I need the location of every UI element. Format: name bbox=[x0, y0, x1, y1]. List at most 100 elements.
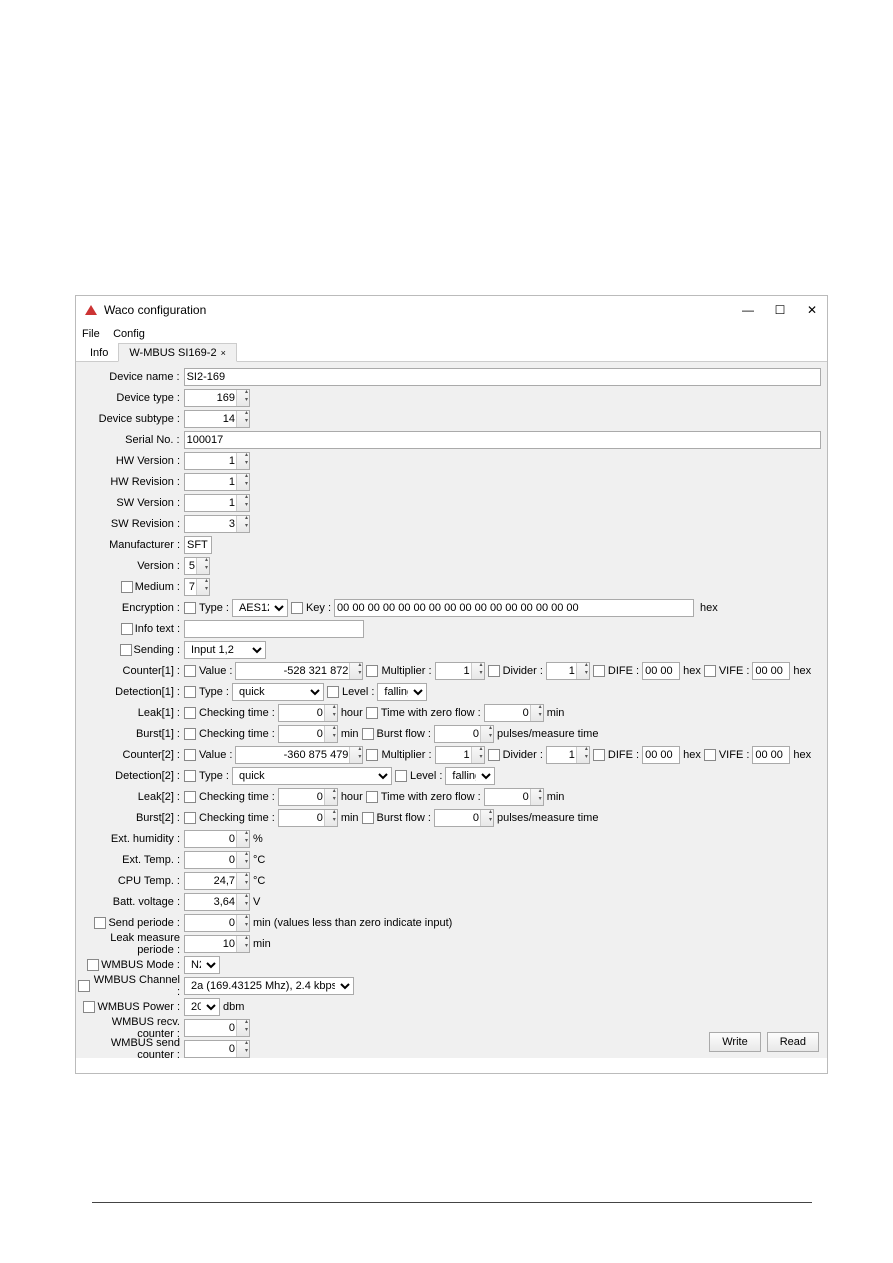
d1-type-checkbox[interactable] bbox=[184, 686, 196, 698]
d2-level-checkbox[interactable] bbox=[395, 770, 407, 782]
b2-check-input[interactable] bbox=[278, 809, 338, 827]
tab-info[interactable]: Info bbox=[80, 344, 118, 361]
label-sw-revision: SW Revision : bbox=[78, 518, 184, 530]
label-device-subtype: Device subtype : bbox=[78, 413, 184, 425]
l2-check-checkbox[interactable] bbox=[184, 791, 196, 803]
l1-check-checkbox[interactable] bbox=[184, 707, 196, 719]
c2-vife-checkbox[interactable] bbox=[704, 749, 716, 761]
c1-vife-input[interactable] bbox=[752, 662, 790, 680]
enc-type-select[interactable]: AES128 bbox=[232, 599, 288, 617]
label-manufacturer: Manufacturer : bbox=[78, 539, 184, 551]
wmbus-recv-input[interactable] bbox=[184, 1019, 250, 1037]
c1-div-input[interactable] bbox=[546, 662, 590, 680]
wmbus-channel-select[interactable]: 2a (169.43125 Mhz), 2.4 kbps bbox=[184, 977, 354, 995]
l1-zero-input[interactable] bbox=[484, 704, 544, 722]
label-counter2: Counter[2] : bbox=[78, 749, 184, 761]
label-sending: Sending : bbox=[134, 644, 180, 656]
c1-div-checkbox[interactable] bbox=[488, 665, 500, 677]
batt-input[interactable] bbox=[184, 893, 250, 911]
c2-div-input[interactable] bbox=[546, 746, 590, 764]
manufacturer-input[interactable] bbox=[184, 536, 212, 554]
d2-level-select[interactable]: falling bbox=[445, 767, 495, 785]
label-hw-version: HW Version : bbox=[78, 455, 184, 467]
l1-zero-checkbox[interactable] bbox=[366, 707, 378, 719]
tab-wmbus[interactable]: W-MBUS SI169-2× bbox=[118, 343, 236, 362]
d1-level-checkbox[interactable] bbox=[327, 686, 339, 698]
c2-value-checkbox[interactable] bbox=[184, 749, 196, 761]
device-subtype-input[interactable] bbox=[184, 410, 250, 428]
enc-type-checkbox[interactable] bbox=[184, 602, 196, 614]
enc-key-input[interactable] bbox=[334, 599, 694, 617]
send-period-checkbox[interactable] bbox=[94, 917, 106, 929]
medium-input[interactable] bbox=[184, 578, 210, 596]
label-send-period: Send periode : bbox=[108, 917, 180, 929]
wmbus-power-checkbox[interactable] bbox=[83, 1001, 95, 1013]
hw-version-input[interactable] bbox=[184, 452, 250, 470]
wmbus-channel-checkbox[interactable] bbox=[78, 980, 90, 992]
label-device-type: Device type : bbox=[78, 392, 184, 404]
c2-dife-checkbox[interactable] bbox=[593, 749, 605, 761]
b1-flow-checkbox[interactable] bbox=[362, 728, 374, 740]
b1-check-input[interactable] bbox=[278, 725, 338, 743]
d2-type-select[interactable]: quick bbox=[232, 767, 392, 785]
enc-key-checkbox[interactable] bbox=[291, 602, 303, 614]
d1-type-select[interactable]: quick bbox=[232, 683, 324, 701]
wmbus-mode-checkbox[interactable] bbox=[87, 959, 99, 971]
menu-config[interactable]: Config bbox=[113, 328, 145, 340]
titlebar: Waco configuration — ☐ ✕ bbox=[76, 296, 827, 324]
b1-flow-input[interactable] bbox=[434, 725, 494, 743]
c2-dife-input[interactable] bbox=[642, 746, 680, 764]
b2-check-checkbox[interactable] bbox=[184, 812, 196, 824]
d1-level-select[interactable]: falling bbox=[377, 683, 427, 701]
c2-mult-checkbox[interactable] bbox=[366, 749, 378, 761]
c2-value-input[interactable] bbox=[235, 746, 363, 764]
tab-close-icon[interactable]: × bbox=[221, 348, 226, 358]
maximize-button[interactable]: ☐ bbox=[773, 303, 787, 317]
info-text-input[interactable] bbox=[184, 620, 364, 638]
minimize-button[interactable]: — bbox=[741, 303, 755, 317]
c1-value-checkbox[interactable] bbox=[184, 665, 196, 677]
medium-checkbox[interactable] bbox=[121, 581, 133, 593]
c2-div-checkbox[interactable] bbox=[488, 749, 500, 761]
c2-mult-input[interactable] bbox=[435, 746, 485, 764]
wmbus-send-input[interactable] bbox=[184, 1040, 250, 1058]
sending-select[interactable]: Input 1,2 bbox=[184, 641, 266, 659]
close-button[interactable]: ✕ bbox=[805, 303, 819, 317]
menu-file[interactable]: File bbox=[82, 328, 100, 340]
b2-flow-input[interactable] bbox=[434, 809, 494, 827]
info-text-checkbox[interactable] bbox=[121, 623, 133, 635]
cpu-temp-input[interactable] bbox=[184, 872, 250, 890]
b2-flow-checkbox[interactable] bbox=[362, 812, 374, 824]
serial-input[interactable] bbox=[184, 431, 821, 449]
c1-dife-checkbox[interactable] bbox=[593, 665, 605, 677]
c2-vife-input[interactable] bbox=[752, 746, 790, 764]
label-device-name: Device name : bbox=[78, 371, 184, 383]
c1-mult-checkbox[interactable] bbox=[366, 665, 378, 677]
c1-dife-input[interactable] bbox=[642, 662, 680, 680]
sw-revision-input[interactable] bbox=[184, 515, 250, 533]
wmbus-power-select[interactable]: 20 bbox=[184, 998, 220, 1016]
c1-vife-checkbox[interactable] bbox=[704, 665, 716, 677]
l2-check-input[interactable] bbox=[278, 788, 338, 806]
device-type-input[interactable] bbox=[184, 389, 250, 407]
leak-period-input[interactable] bbox=[184, 935, 250, 953]
version-input[interactable] bbox=[184, 557, 210, 575]
send-period-input[interactable] bbox=[184, 914, 250, 932]
hw-revision-input[interactable] bbox=[184, 473, 250, 491]
c1-mult-input[interactable] bbox=[435, 662, 485, 680]
l2-zero-input[interactable] bbox=[484, 788, 544, 806]
sending-checkbox[interactable] bbox=[120, 644, 132, 656]
sw-version-input[interactable] bbox=[184, 494, 250, 512]
ext-hum-input[interactable] bbox=[184, 830, 250, 848]
l1-check-input[interactable] bbox=[278, 704, 338, 722]
b1-check-checkbox[interactable] bbox=[184, 728, 196, 740]
d2-type-checkbox[interactable] bbox=[184, 770, 196, 782]
l2-zero-checkbox[interactable] bbox=[366, 791, 378, 803]
device-name-input[interactable] bbox=[184, 368, 821, 386]
label-info-text: Info text : bbox=[135, 623, 180, 635]
write-button[interactable]: Write bbox=[709, 1032, 760, 1052]
c1-value-input[interactable] bbox=[235, 662, 363, 680]
read-button[interactable]: Read bbox=[767, 1032, 819, 1052]
wmbus-mode-select[interactable]: N2 bbox=[184, 956, 220, 974]
ext-temp-input[interactable] bbox=[184, 851, 250, 869]
